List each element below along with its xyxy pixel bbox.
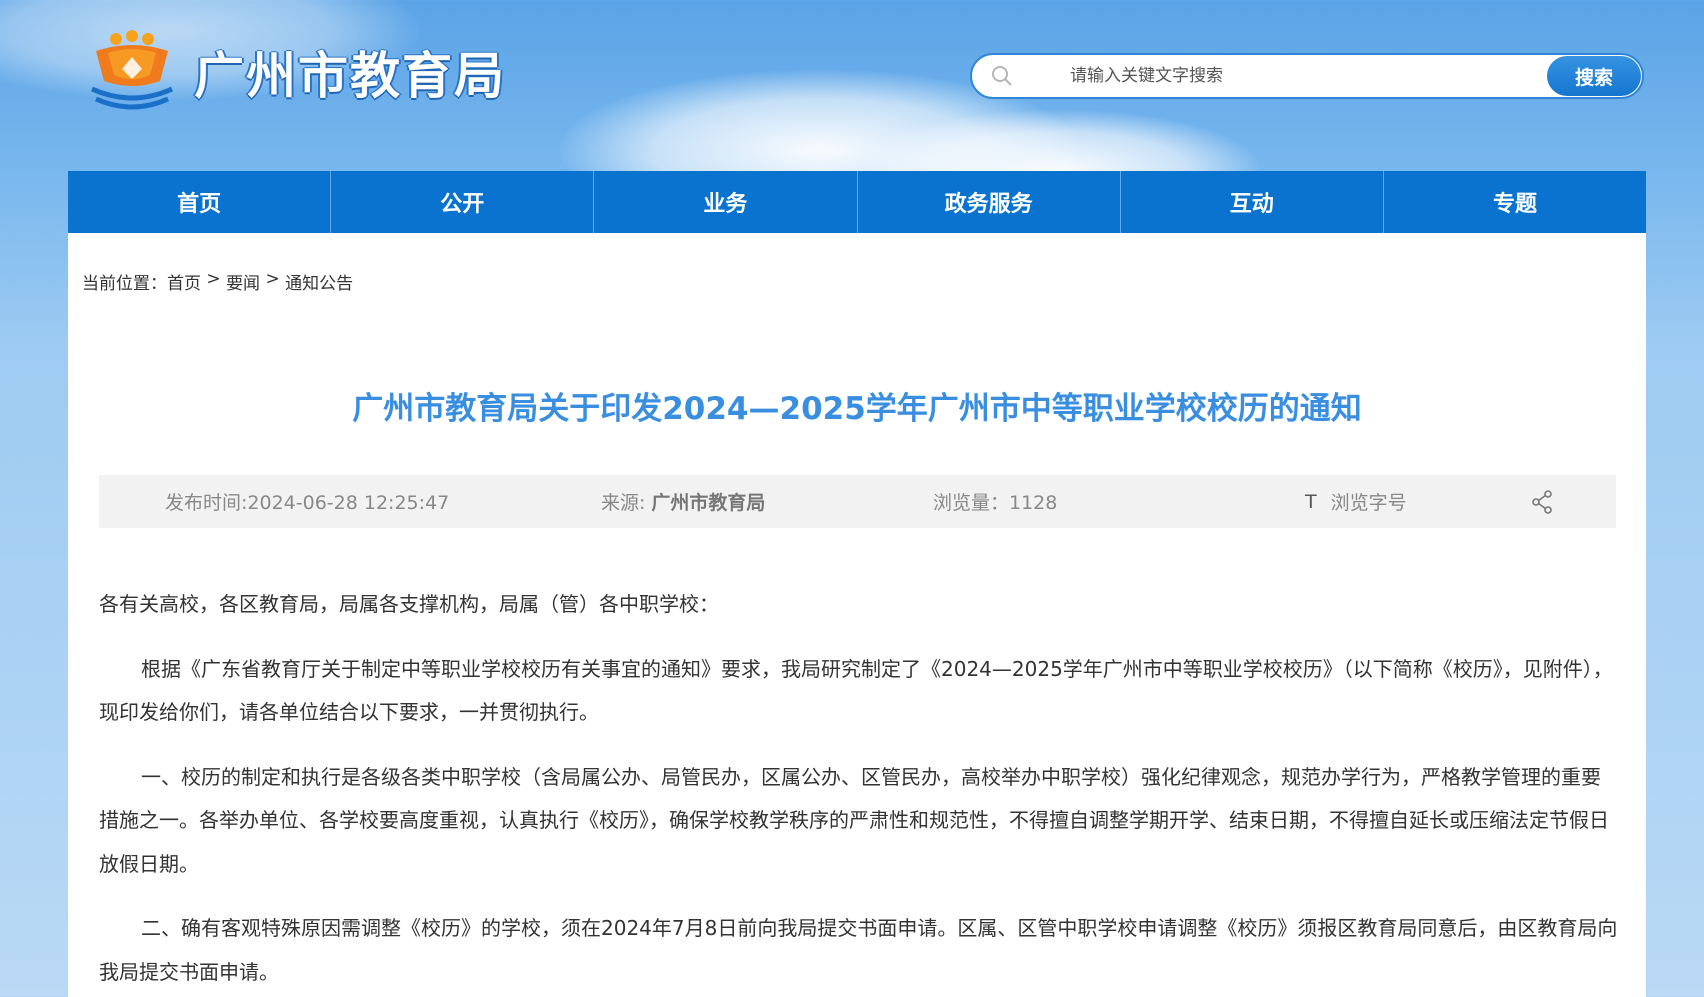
article-salutation: 各有关高校，各区教育局，局属各支撑机构，局属（管）各中职学校： (99, 592, 719, 616)
nav-item-topics[interactable]: 专题 (1384, 171, 1646, 233)
breadcrumb-separator: > (260, 269, 286, 289)
view-count: 浏览量：1128 (933, 492, 1058, 514)
article-paragraph: 一、校历的制定和执行是各级各类中职学校（含局属公办、局管民办，区属公办、区管民办… (99, 764, 1609, 876)
search-icon (978, 55, 1026, 97)
source-value: 广州市教育局 (651, 492, 766, 514)
site-logo[interactable]: 广州市教育局 (86, 28, 546, 116)
breadcrumb-link-news[interactable]: 要闻 (226, 269, 260, 294)
font-size-label: 浏览字号 (1330, 492, 1407, 514)
breadcrumb-prefix: 当前位置： (82, 274, 167, 294)
article-paragraph: 根据《广东省教育厅关于制定中等职业学校校历有关事宜的通知》要求，我局研究制定了《… (99, 656, 1613, 725)
share-icon (1532, 489, 1552, 514)
font-size-icon: T (1305, 490, 1317, 513)
breadcrumb-link-notices[interactable]: 通知公告 (285, 269, 353, 294)
nav-item-gov-services[interactable]: 政务服务 (858, 171, 1121, 233)
article-meta-bar: 发布时间:2024-06-28 12:25:47 来源: 广州市教育局 浏览量：… (99, 475, 1616, 528)
search-button[interactable]: 搜索 (1547, 56, 1641, 96)
article-source: 来源: 广州市教育局 (601, 475, 765, 528)
breadcrumb-separator: > (201, 269, 227, 289)
font-size-toggle[interactable]: T 浏览字号 (1305, 475, 1407, 528)
source-label: 来源: (601, 492, 646, 514)
education-bureau-emblem-icon (86, 29, 178, 115)
search-bar: 搜索 (970, 53, 1644, 99)
publish-time: 发布时间:2024-06-28 12:25:47 (165, 492, 450, 514)
nav-item-business[interactable]: 业务 (594, 171, 858, 233)
breadcrumb: 当前位置： 首页 > 要闻 > 通知公告 (82, 269, 353, 294)
breadcrumb-link-home[interactable]: 首页 (167, 269, 201, 294)
site-title: 广州市教育局 (194, 47, 506, 105)
content-panel: 当前位置： 首页 > 要闻 > 通知公告 广州市教育局关于印发2024—2025… (68, 233, 1646, 997)
article-body: 各有关高校，各区教育局，局属各支撑机构，局属（管）各中职学校： 根据《广东省教育… (99, 583, 1619, 997)
article-paragraph: 二、确有客观特殊原因需调整《校历》的学校，须在2024年7月8日前向我局提交书面… (99, 916, 1618, 984)
nav-item-interaction[interactable]: 互动 (1121, 171, 1384, 233)
search-input[interactable] (1026, 56, 1547, 96)
main-nav: 首页 公开 业务 政务服务 互动 专题 (68, 171, 1646, 233)
nav-item-public[interactable]: 公开 (331, 171, 595, 233)
article-title: 广州市教育局关于印发2024—2025学年广州市中等职业学校校历的通知 (352, 391, 1362, 427)
nav-item-home[interactable]: 首页 (68, 171, 332, 233)
share-button[interactable] (1531, 475, 1553, 528)
